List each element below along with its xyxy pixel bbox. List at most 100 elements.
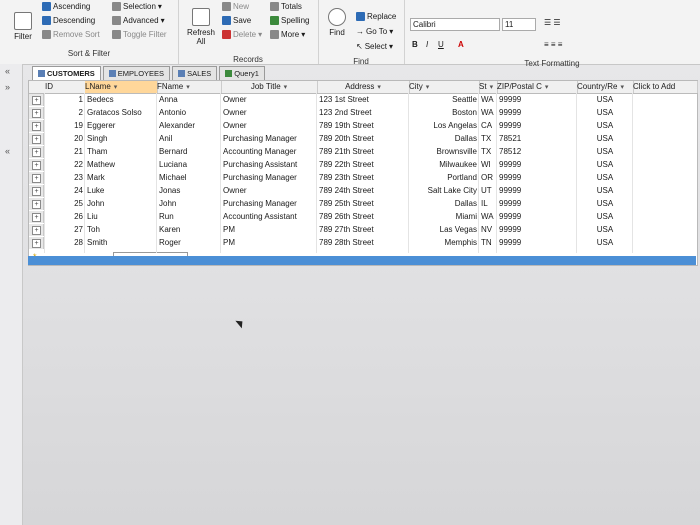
cell-state[interactable]: WA <box>481 94 495 106</box>
cell-fname[interactable]: Luciana <box>159 159 219 171</box>
cell-city[interactable]: Milwaukee <box>411 159 477 171</box>
expand-subdatasheet-icon[interactable]: + <box>32 239 41 248</box>
cell-address[interactable]: 123 2nd Street <box>319 107 407 119</box>
toggle-filter-button[interactable]: Toggle Filter <box>112 30 167 39</box>
cell-city[interactable]: Brownsville <box>411 146 477 158</box>
cell-zip[interactable]: 78521 <box>499 133 575 145</box>
underline-button[interactable]: U <box>438 40 444 49</box>
cell-country[interactable]: USA <box>579 224 631 236</box>
filter-button[interactable]: Filter <box>10 12 36 41</box>
bullets-icon[interactable]: ☰ ☰ <box>544 18 561 27</box>
cell-state[interactable]: CA <box>481 120 495 132</box>
record-selector[interactable]: + <box>29 172 44 184</box>
cell-lname[interactable]: Gratacos Solso <box>87 107 155 119</box>
new-record-button[interactable]: New <box>222 2 249 11</box>
expand-subdatasheet-icon[interactable]: + <box>32 213 41 222</box>
table-row[interactable]: +22 Mathew Luciana Purchasing Assistant 789 … <box>29 159 697 171</box>
column-header-country-re[interactable]: Country/Re ▾ <box>577 81 634 93</box>
expand-subdatasheet-icon[interactable]: + <box>32 135 41 144</box>
cell-address[interactable]: 789 26th Street <box>319 211 407 223</box>
cell-lname[interactable]: Smith <box>87 237 155 249</box>
column-header-st[interactable]: St ▾ <box>479 81 498 93</box>
cell-job-title[interactable]: Owner <box>223 94 315 106</box>
expand-subdatasheet-icon[interactable]: + <box>32 187 41 196</box>
column-header-job-title[interactable]: Job Title ▾ <box>221 81 318 93</box>
cell-country[interactable]: USA <box>579 198 631 210</box>
replace-button[interactable]: Replace <box>356 12 396 21</box>
advanced-button[interactable]: Advanced ▾ <box>112 16 165 25</box>
cell-country[interactable]: USA <box>579 133 631 145</box>
cell-state[interactable]: NV <box>481 224 495 236</box>
cell-id[interactable]: 20 <box>47 133 83 145</box>
cell-state[interactable]: WI <box>481 159 495 171</box>
cell-lname[interactable]: Bedecs <box>87 94 155 106</box>
cell-zip[interactable]: 99999 <box>499 224 575 236</box>
cell-country[interactable]: USA <box>579 107 631 119</box>
cell-state[interactable]: TX <box>481 133 495 145</box>
table-row[interactable]: +24 Luke Jonas Owner 789 24th Street Salt Lak… <box>29 185 697 197</box>
column-dropdown-icon[interactable]: ▾ <box>426 84 430 91</box>
cell-zip[interactable]: 99999 <box>499 172 575 184</box>
cell-state[interactable]: TN <box>481 237 495 249</box>
more-button[interactable]: More ▾ <box>270 30 305 39</box>
cell-lname[interactable]: Eggerer <box>87 120 155 132</box>
cell-zip[interactable]: 99999 <box>499 185 575 197</box>
cell-lname[interactable]: John <box>87 198 155 210</box>
cell-zip[interactable]: 99999 <box>499 198 575 210</box>
cell-city[interactable]: Dallas <box>411 133 477 145</box>
cell-id[interactable]: 25 <box>47 198 83 210</box>
cell-lname[interactable]: Toh <box>87 224 155 236</box>
cell-fname[interactable]: Antonio <box>159 107 219 119</box>
save-record-button[interactable]: Save <box>222 16 251 25</box>
cell-lname[interactable]: Mark <box>87 172 155 184</box>
cell-fname[interactable]: Jonas <box>159 185 219 197</box>
cell-country[interactable]: USA <box>579 146 631 158</box>
cell-country[interactable]: USA <box>579 237 631 249</box>
cell-country[interactable]: USA <box>579 120 631 132</box>
font-name-select[interactable]: Calibri <box>410 18 500 31</box>
cell-zip[interactable]: 99999 <box>499 159 575 171</box>
cell-zip[interactable]: 99999 <box>499 94 575 106</box>
refresh-all-button[interactable]: Refresh All <box>184 8 218 46</box>
nav-expand-icon[interactable]: » <box>5 82 10 92</box>
cell-id[interactable]: 26 <box>47 211 83 223</box>
tab-customers[interactable]: CUSTOMERS <box>32 66 101 80</box>
cell-fname[interactable]: Run <box>159 211 219 223</box>
cell-fname[interactable]: Karen <box>159 224 219 236</box>
cell-job-title[interactable]: Owner <box>223 120 315 132</box>
cell-job-title[interactable]: Owner <box>223 107 315 119</box>
table-row[interactable]: +27 Toh Karen PM 789 27th Street Las Vegas NV 9… <box>29 224 697 236</box>
table-row[interactable]: +26 Liu Run Accounting Assistant 789 26th St… <box>29 211 697 223</box>
cell-lname[interactable]: Luke <box>87 185 155 197</box>
cell-address[interactable]: 789 23th Street <box>319 172 407 184</box>
column-header-lname[interactable]: LName ▾ <box>85 81 158 93</box>
record-selector[interactable]: + <box>29 198 44 210</box>
column-header-fname[interactable]: FName ▾ <box>157 81 222 93</box>
cell-country[interactable]: USA <box>579 159 631 171</box>
cell-state[interactable]: IL <box>481 198 495 210</box>
cell-state[interactable]: OR <box>481 172 495 184</box>
bold-button[interactable]: B <box>412 40 418 49</box>
cell-id[interactable]: 21 <box>47 146 83 158</box>
cell-city[interactable]: Los Angelas <box>411 120 477 132</box>
column-dropdown-icon[interactable]: ▾ <box>377 84 381 91</box>
cell-state[interactable]: WA <box>481 211 495 223</box>
table-row[interactable]: +2 Gratacos Solso Antonio Owner 123 2nd Stre… <box>29 107 697 119</box>
cell-job-title[interactable]: Purchasing Manager <box>223 198 315 210</box>
table-row[interactable]: +1 Bedecs Anna Owner 123 1st Street Seattle WA… <box>29 94 697 106</box>
cell-job-title[interactable]: Accounting Manager <box>223 146 315 158</box>
cell-fname[interactable]: Anna <box>159 94 219 106</box>
cell-zip[interactable]: 78512 <box>499 146 575 158</box>
cell-city[interactable]: Dallas <box>411 198 477 210</box>
expand-subdatasheet-icon[interactable]: + <box>32 148 41 157</box>
expand-subdatasheet-icon[interactable]: + <box>32 109 41 118</box>
cell-fname[interactable]: John <box>159 198 219 210</box>
cell-country[interactable]: USA <box>579 172 631 184</box>
expand-subdatasheet-icon[interactable]: + <box>32 200 41 209</box>
cell-zip[interactable]: 99999 <box>499 211 575 223</box>
record-selector[interactable]: + <box>29 185 44 197</box>
totals-button[interactable]: Totals <box>270 2 302 11</box>
cell-address[interactable]: 789 28th Street <box>319 237 407 249</box>
cell-address[interactable]: 789 24th Street <box>319 185 407 197</box>
cell-job-title[interactable]: Accounting Assistant <box>223 211 315 223</box>
